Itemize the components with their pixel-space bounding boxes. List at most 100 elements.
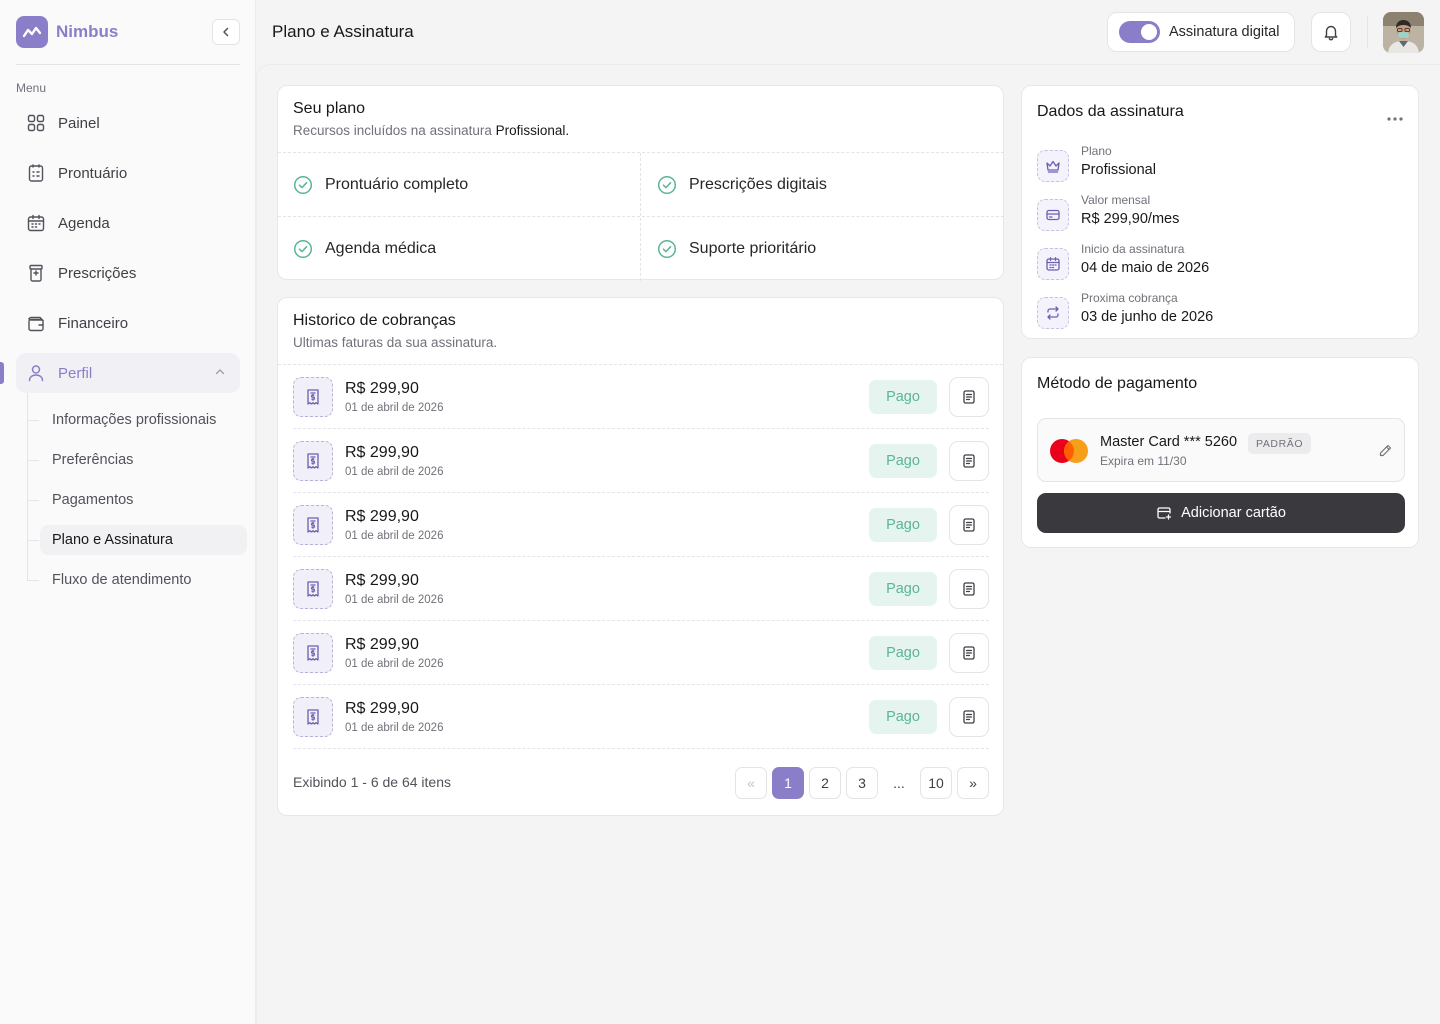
tree-branch — [27, 420, 39, 421]
history-title: Historico de cobranças — [293, 312, 456, 329]
submenu-item-pagamentos[interactable]: Pagamentos — [40, 485, 247, 515]
pencil-icon — [1379, 444, 1392, 457]
sidebar-item-agenda[interactable]: Agenda — [16, 203, 240, 243]
check-circle-icon — [657, 175, 677, 195]
feature-label: Prontuário completo — [325, 176, 469, 193]
menu-label: Menu — [16, 81, 47, 95]
sidebar-divider — [16, 64, 240, 65]
sidebar-item-perfil[interactable]: Perfil — [16, 353, 240, 393]
collapse-sidebar-button[interactable] — [212, 19, 240, 45]
view-invoice-button[interactable] — [949, 697, 989, 737]
invoice-date: 01 de abril de 2026 — [345, 466, 444, 478]
field-value: Profissional — [1081, 162, 1156, 178]
nimbus-logo-icon — [16, 16, 48, 48]
submenu-tree-line — [27, 393, 28, 581]
submenu-item-fluxo[interactable]: Fluxo de atendimento — [40, 565, 247, 595]
pagination-info: Exibindo 1 - 6 de 64 itens — [293, 774, 451, 790]
field-value: 03 de junho de 2026 — [1081, 309, 1214, 325]
toggle-label: Assinatura digital — [1169, 24, 1280, 40]
submenu-item-informacoes[interactable]: Informações profissionais — [40, 405, 247, 435]
sidebar-item-financeiro[interactable]: Financeiro — [16, 303, 240, 343]
avatar[interactable] — [1383, 12, 1424, 53]
grid-icon — [27, 114, 45, 132]
submenu-item-preferencias[interactable]: Preferências — [40, 445, 247, 475]
billing-history-card: Historico de cobranças Ultimas faturas d… — [277, 297, 1004, 816]
plan-name: Profissional. — [495, 123, 570, 138]
table-row: R$ 299,90 01 de abril de 2026 Pago — [293, 493, 989, 557]
invoice-date: 01 de abril de 2026 — [345, 530, 444, 542]
digital-signature-toggle[interactable]: Assinatura digital — [1107, 12, 1295, 52]
pagination-page-10[interactable]: 10 — [920, 767, 952, 799]
view-invoice-button[interactable] — [949, 633, 989, 673]
crown-icon — [1037, 150, 1069, 182]
notifications-button[interactable] — [1311, 12, 1351, 52]
pagination-page-2[interactable]: 2 — [809, 767, 841, 799]
more-horizontal-icon — [1387, 117, 1403, 121]
sidebar-item-painel[interactable]: Painel — [16, 103, 240, 143]
sidebar-item-label: Prescrições — [58, 264, 137, 282]
invoice-amount: R$ 299,90 — [345, 700, 419, 717]
toggle-switch[interactable] — [1119, 21, 1160, 43]
invoice-amount: R$ 299,90 — [345, 380, 419, 397]
more-options-button[interactable] — [1386, 109, 1404, 127]
calendar-icon — [1037, 248, 1069, 280]
document-icon — [963, 454, 975, 468]
tree-branch — [27, 580, 39, 581]
status-badge: Pago — [869, 572, 937, 606]
document-icon — [963, 646, 975, 660]
sidebar-item-label: Perfil — [58, 364, 93, 382]
user-icon — [28, 365, 44, 382]
tree-branch — [27, 540, 39, 541]
card-add-icon — [1157, 507, 1172, 520]
submenu-item-plano[interactable]: Plano e Assinatura — [40, 525, 247, 555]
sidebar-item-label: Painel — [58, 114, 100, 132]
user-photo-icon — [1383, 12, 1424, 53]
saved-card[interactable]: Master Card *** 5260 PADRÃO Expira em 11… — [1037, 418, 1405, 482]
pagination-page-3[interactable]: 3 — [846, 767, 878, 799]
invoice-date: 01 de abril de 2026 — [345, 594, 444, 606]
feature-item: Prontuário completo — [278, 153, 641, 217]
add-card-label: Adicionar cartão — [1181, 505, 1286, 521]
subscription-title: Dados da assinatura — [1037, 103, 1184, 120]
status-badge: Pago — [869, 508, 937, 542]
receipt-icon — [293, 505, 333, 545]
status-badge: Pago — [869, 636, 937, 670]
check-circle-icon — [657, 239, 677, 259]
view-invoice-button[interactable] — [949, 441, 989, 481]
pagination-prev-button[interactable]: « — [735, 767, 767, 799]
plan-title: Seu plano — [293, 100, 366, 117]
document-icon — [963, 518, 975, 532]
feature-label: Prescrições digitais — [689, 176, 827, 193]
subscription-field-inicio: Inicio da assinatura 04 de maio de 2026 — [1037, 242, 1397, 282]
field-value: R$ 299,90/mes — [1081, 211, 1180, 227]
add-card-button[interactable]: Adicionar cartão — [1037, 493, 1405, 533]
pagination-next-button[interactable]: » — [957, 767, 989, 799]
invoice-amount: R$ 299,90 — [345, 508, 419, 525]
view-invoice-button[interactable] — [949, 377, 989, 417]
subscription-field-valor: Valor mensal R$ 299,90/mes — [1037, 193, 1397, 233]
plan-card: Seu plano Recursos incluídos na assinatu… — [277, 85, 1004, 281]
invoice-date: 01 de abril de 2026 — [345, 402, 444, 414]
subscription-details-card: Dados da assinatura Plano Profissional V… — [1021, 85, 1419, 339]
invoice-amount: R$ 299,90 — [345, 444, 419, 461]
sidebar-item-prescricoes[interactable]: Prescrições — [16, 253, 240, 293]
view-invoice-button[interactable] — [949, 569, 989, 609]
tree-branch — [27, 500, 39, 501]
brand[interactable]: Nimbus — [16, 16, 118, 48]
sidebar-item-prontuario[interactable]: Prontuário — [16, 153, 240, 193]
repeat-icon — [1037, 297, 1069, 329]
table-row: R$ 299,90 01 de abril de 2026 Pago — [293, 557, 989, 621]
table-row: R$ 299,90 01 de abril de 2026 Pago — [293, 685, 989, 749]
invoice-date: 01 de abril de 2026 — [345, 722, 444, 734]
table-row: R$ 299,90 01 de abril de 2026 Pago — [293, 621, 989, 685]
payment-method-card: Método de pagamento Master Card *** 5260… — [1021, 357, 1419, 548]
sidebar-item-label: Prontuário — [58, 164, 128, 182]
prescription-icon — [29, 264, 43, 282]
card-expiry: Expira em 11/30 — [1100, 454, 1187, 468]
view-invoice-button[interactable] — [949, 505, 989, 545]
status-badge: Pago — [869, 444, 937, 478]
pagination-page-1[interactable]: 1 — [772, 767, 804, 799]
edit-card-button[interactable] — [1378, 443, 1393, 463]
tree-branch — [27, 460, 39, 461]
clipboard-icon — [28, 164, 44, 182]
